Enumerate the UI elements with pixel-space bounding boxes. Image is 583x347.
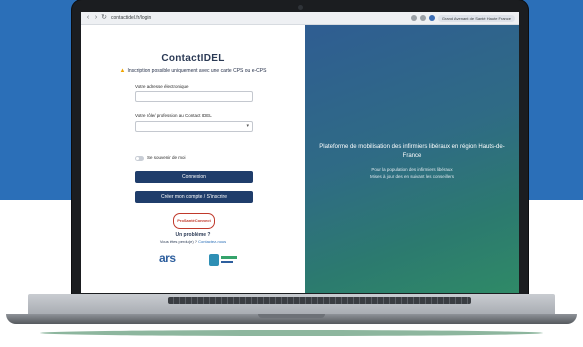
remember-toggle[interactable] [135, 156, 144, 161]
account-avatar-icon[interactable] [428, 15, 435, 21]
partner-logo-mark [209, 254, 219, 266]
back-arrow-icon[interactable]: ‹ [84, 14, 92, 22]
browser-toolbar: ‹ › ↻ contactidel.fr/login Grand Avenant… [81, 12, 519, 25]
brand-title: ContactIDEL [161, 53, 225, 64]
extension-icon[interactable] [410, 15, 417, 21]
email-field[interactable] [135, 91, 253, 102]
forward-arrow-icon[interactable]: › [92, 14, 100, 22]
bookmark-icon[interactable] [419, 15, 426, 21]
remember-label: Se souvenir de moi [147, 155, 186, 160]
hero-subtitle-line: Pour la population des infirmiers libéra… [371, 167, 453, 172]
laptop-deck [28, 294, 555, 314]
ars-logo: ars [159, 251, 176, 265]
hero-subtitle: Pour la population des infirmiers libéra… [319, 166, 505, 180]
prosanteconnect-button[interactable]: ProSantéConnect [173, 213, 215, 229]
laptop-shadow [40, 330, 543, 336]
warning-icon: ▲ [119, 68, 126, 74]
role-field[interactable]: ▾ [135, 121, 253, 132]
address-bar[interactable]: contactidel.fr/login [111, 14, 231, 22]
laptop-base [0, 294, 583, 336]
reload-icon[interactable]: ↻ [100, 14, 108, 22]
help-text: Vous êtes perdu(e) ? [159, 239, 197, 244]
help-title: Un problème ? [175, 232, 211, 238]
laptop-opening-notch [258, 314, 325, 318]
role-label: Votre rôle/ profession au Contact IDEL [135, 113, 212, 118]
hero-subtitle-line: Mises à jour des en suivant les conseill… [369, 174, 455, 179]
profile-chip[interactable]: Grand Avenant de Santé Haute France [437, 14, 515, 22]
email-label: Votre adresse électronique [135, 84, 189, 89]
chevron-down-icon: ▾ [246, 123, 249, 129]
partner-logo-line [221, 261, 233, 263]
login-button[interactable]: Connexion [135, 171, 253, 183]
hero-title: Plateforme de mobilisation des infirmier… [319, 144, 505, 159]
ars-logo-text: ars [159, 251, 176, 265]
hero-panel: Plateforme de mobilisation des infirmier… [305, 25, 519, 293]
partner-logo-line [221, 256, 237, 259]
laptop-screen: ‹ › ↻ contactidel.fr/login Grand Avenant… [81, 12, 519, 293]
warning-text: Inscription possible uniquement avec une… [127, 68, 267, 74]
help-line: Vous êtes perdu(e) ? Contactez-nous [81, 239, 305, 244]
regional-partner-logo [209, 254, 237, 266]
register-button[interactable]: Créer mon compte / S'inscrire [135, 191, 253, 203]
browser-actions: Grand Avenant de Santé Haute France [410, 14, 515, 22]
contact-link[interactable]: Contactez-nous [198, 239, 226, 244]
webcam-icon [298, 5, 303, 10]
keyboard [168, 297, 471, 304]
login-panel: ContactIDEL ▲ Inscription possible unique… [81, 25, 305, 293]
laptop-lid: ‹ › ↻ contactidel.fr/login Grand Avenant… [72, 0, 528, 296]
cps-warning: ▲ Inscription possible uniquement avec un… [111, 68, 275, 74]
